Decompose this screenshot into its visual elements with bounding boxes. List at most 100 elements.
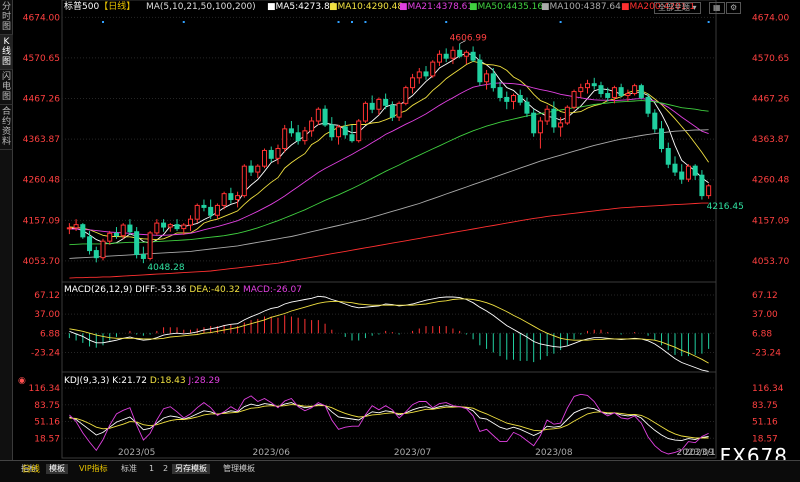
price-tick-left: 4363.87 bbox=[23, 135, 60, 145]
sidebar-tab-1[interactable]: K线图 bbox=[0, 35, 13, 70]
candle-body bbox=[66, 227, 72, 230]
price-tick-right: 4260.48 bbox=[752, 176, 789, 186]
candle-body bbox=[241, 165, 247, 197]
candle-body bbox=[181, 224, 187, 230]
candle-body bbox=[174, 224, 180, 230]
kdj-icon[interactable]: ◉ bbox=[18, 376, 26, 387]
left-sidebar: 分时图K线图闪电图合约资料 bbox=[0, 0, 13, 460]
candle-body bbox=[625, 93, 631, 96]
kdj-tick-right: 83.75 bbox=[752, 401, 778, 411]
candle-body bbox=[295, 132, 301, 142]
candle-body bbox=[497, 87, 503, 98]
x-axis-label: 2023/08 bbox=[535, 448, 573, 458]
macd-tick-right: 67.12 bbox=[752, 291, 778, 301]
macd-title[interactable]: MACD(26,12,9) DIFF:-53.36 DEA:-40.32 MAC… bbox=[64, 285, 302, 296]
macd-tick-left: 6.88 bbox=[40, 329, 60, 339]
event-marker bbox=[337, 21, 340, 23]
candle-body bbox=[161, 222, 167, 228]
candle-body bbox=[605, 93, 611, 98]
price-tick-right: 4467.26 bbox=[752, 95, 789, 105]
sidebar-tab-2[interactable]: 闪电图 bbox=[0, 70, 13, 105]
ma-line-ma5 bbox=[69, 53, 709, 245]
candle-body bbox=[194, 204, 200, 220]
candle-body bbox=[524, 101, 530, 114]
sidebar-tab-3[interactable]: 合约资料 bbox=[0, 105, 13, 150]
candle-body bbox=[107, 232, 113, 242]
candle-body bbox=[369, 102, 375, 110]
candle-body bbox=[315, 108, 321, 122]
candle-body bbox=[578, 87, 584, 93]
ma-legend-item: ■MA50:4435.16 bbox=[469, 2, 544, 12]
kdj-tick-left: 116.34 bbox=[29, 384, 61, 394]
candle-body bbox=[288, 128, 294, 134]
ma-legend-item: ■MA10:4290.48 bbox=[329, 2, 404, 12]
toolbar-tab-7[interactable]: 管理模板 bbox=[220, 464, 258, 474]
kdj-tick-right: 18.57 bbox=[752, 434, 778, 444]
kdj-tick-right: 116.34 bbox=[752, 384, 784, 394]
kdj-title[interactable]: KDJ(9,3,3) K:21.72 D:18.43 J:28.29 bbox=[64, 376, 220, 387]
low-annotation: 4048.28 bbox=[147, 263, 184, 273]
candle-body bbox=[275, 148, 281, 159]
price-tick-right: 4674.00 bbox=[752, 13, 789, 23]
macd-tick-right: 6.88 bbox=[752, 329, 772, 339]
candle-body bbox=[221, 193, 227, 206]
candle-body bbox=[558, 122, 564, 128]
macd-tick-left: 37.00 bbox=[34, 310, 60, 320]
candle-body bbox=[652, 112, 658, 130]
toolbar-tab-4[interactable]: 1 bbox=[146, 464, 157, 474]
candle-body bbox=[490, 73, 496, 89]
candle-body bbox=[383, 98, 389, 106]
candle-body bbox=[282, 128, 288, 149]
last-price-annotation: 4216.45 bbox=[707, 202, 744, 212]
candle-body bbox=[147, 232, 153, 259]
theme-select[interactable]: 全部主题 ▾ bbox=[654, 2, 701, 14]
candle-body bbox=[127, 224, 133, 233]
candle-body bbox=[632, 85, 638, 95]
toolbar-tab-2[interactable]: VIP指标 bbox=[76, 464, 111, 474]
candle-body bbox=[584, 83, 591, 89]
candle-body bbox=[665, 148, 671, 165]
candle-body bbox=[235, 195, 241, 201]
candle-body bbox=[430, 61, 436, 77]
kdj-tick-right: 51.16 bbox=[752, 418, 778, 428]
toolbar-tab-3[interactable]: 标准 bbox=[118, 464, 140, 474]
candle-body bbox=[376, 98, 382, 110]
candle-body bbox=[443, 53, 449, 59]
event-marker bbox=[182, 21, 185, 23]
ma-legend-item: ■MA100:4387.64 bbox=[541, 2, 621, 12]
price-tick-right: 4363.87 bbox=[752, 135, 789, 145]
ma-line-ma100 bbox=[69, 129, 709, 259]
ma-settings-label[interactable]: MA(5,10,21,50,100,200) bbox=[146, 2, 256, 13]
x-axis-label: 2023/1 bbox=[684, 448, 716, 458]
toolbar-tab-6[interactable]: 另存模板 bbox=[172, 464, 210, 474]
candle-body bbox=[120, 224, 126, 237]
candle-body bbox=[100, 240, 106, 259]
candle-body bbox=[457, 49, 463, 57]
toolbar-tab-5[interactable]: 2 bbox=[160, 464, 171, 474]
candle-body bbox=[80, 224, 86, 238]
grid-icon[interactable]: ▦ bbox=[709, 2, 725, 14]
kdj-tick-left: 51.16 bbox=[34, 418, 60, 428]
candle-body bbox=[564, 106, 570, 124]
candle-body bbox=[208, 206, 214, 216]
candle-body bbox=[423, 71, 429, 77]
ma-legend-item: ■MA21:4378.61 bbox=[399, 2, 474, 12]
price-panel-frame bbox=[61, 0, 717, 283]
period-selector[interactable]: 日线 bbox=[22, 462, 40, 475]
candle-body bbox=[201, 204, 207, 208]
candle-body bbox=[410, 77, 416, 89]
toolbar-tab-1[interactable]: 模板 bbox=[46, 464, 68, 474]
candle-body bbox=[403, 87, 409, 104]
candle-body bbox=[699, 174, 705, 197]
x-axis-label: 2023/05 bbox=[118, 448, 155, 458]
sidebar-tab-0[interactable]: 分时图 bbox=[0, 0, 13, 35]
candle-body bbox=[349, 134, 355, 142]
candle-body bbox=[517, 94, 523, 103]
macd-tick-right: -23.24 bbox=[752, 348, 781, 358]
bottom-toolbar: 指标 模板 VIP指标 标准 1 2 另存模板 管理模板 bbox=[0, 460, 800, 482]
settings-icon[interactable]: ⚙ bbox=[726, 2, 742, 14]
x-axis-label: 2023/06 bbox=[253, 448, 291, 458]
chart-canvas[interactable]: 4674.00 4674.00 4570.65 4570.65 4467.26 4467.… bbox=[13, 0, 800, 460]
price-tick-left: 4157.09 bbox=[23, 216, 60, 226]
candle-body bbox=[591, 83, 597, 87]
